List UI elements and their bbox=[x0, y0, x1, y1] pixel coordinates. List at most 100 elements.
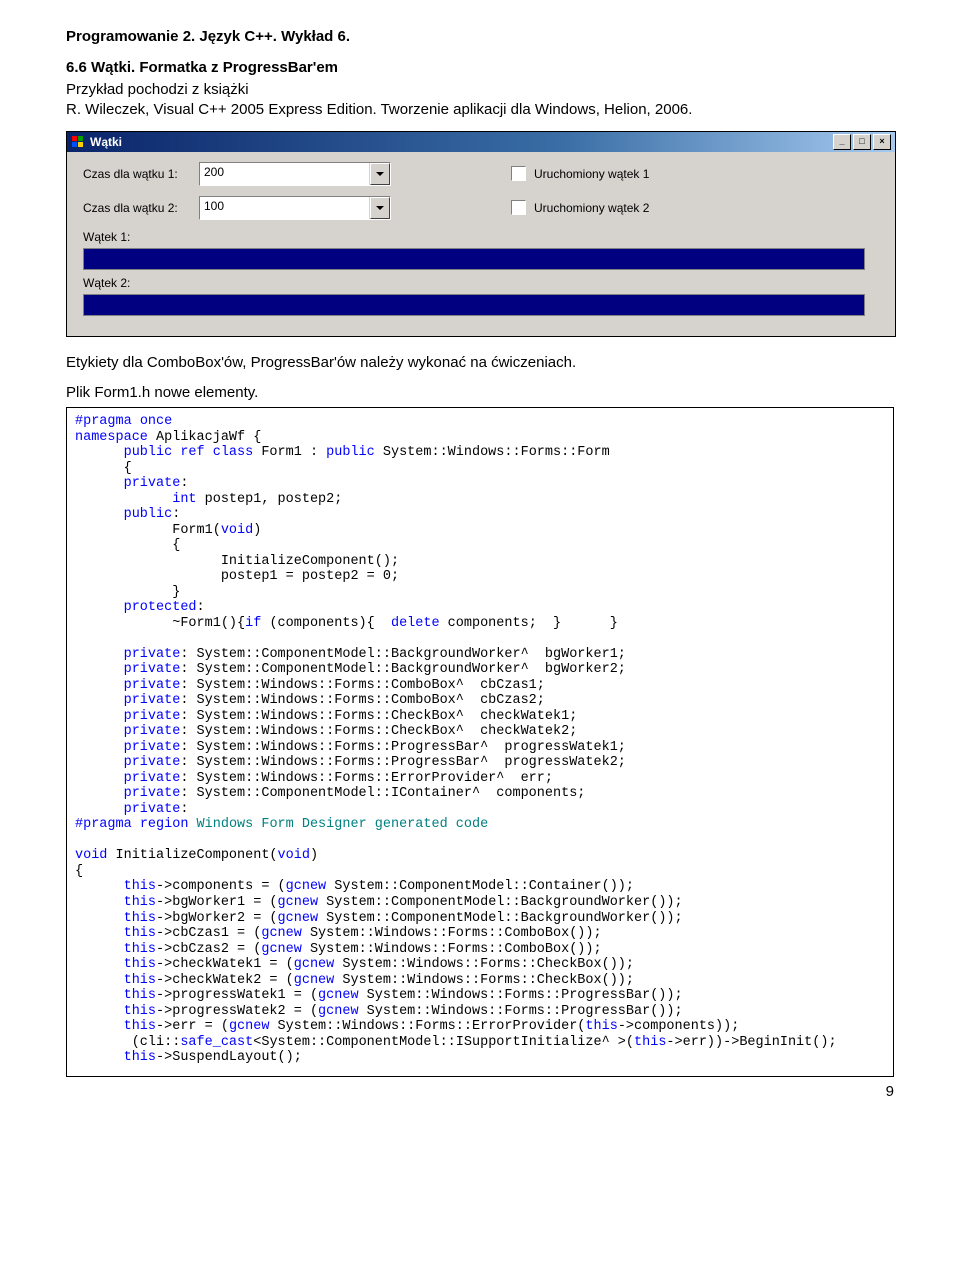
code-token: ->bgWorker1 = ( bbox=[156, 895, 278, 910]
code-token: this bbox=[124, 942, 156, 957]
code-token: ->err))->BeginInit(); bbox=[666, 1035, 836, 1050]
progressbar-watek1 bbox=[83, 248, 865, 270]
code-token: (cli:: bbox=[124, 1035, 181, 1050]
combobox-czas2[interactable]: 100 bbox=[199, 196, 391, 220]
progressbar-watek2 bbox=[83, 294, 865, 316]
intro-line1: Przykład pochodzi z książki bbox=[66, 81, 249, 98]
intro-line2: R. Wileczek, Visual C++ 2005 Express Edi… bbox=[66, 101, 692, 118]
code-token: : System::Windows::Forms::ErrorProvider^… bbox=[180, 771, 553, 786]
code-token: this bbox=[124, 911, 156, 926]
code-listing: #pragma once namespace AplikacjaWf { pub… bbox=[66, 407, 894, 1077]
code-token: System::Windows::Forms::Form bbox=[375, 445, 610, 460]
code-token: : bbox=[180, 476, 188, 491]
code-token: : System::Windows::Forms::ProgressBar^ p… bbox=[180, 740, 626, 755]
code-token: AplikacjaWf { bbox=[148, 430, 261, 445]
code-token: : System::Windows::Forms::ComboBox^ cbCz… bbox=[180, 693, 545, 708]
label-czas2: Czas dla wątku 2: bbox=[83, 201, 199, 215]
code-token: <System::ComponentModel::ISupportInitial… bbox=[253, 1035, 634, 1050]
combobox-czas1-dropdown[interactable] bbox=[370, 163, 390, 185]
code-token: : bbox=[197, 600, 205, 615]
code-token: : System::Windows::Forms::CheckBox^ chec… bbox=[180, 709, 577, 724]
code-token: void bbox=[278, 848, 310, 863]
code-token: ~Form1(){ bbox=[75, 616, 245, 631]
checkbox-watek1-label: Uruchomiony wątek 1 bbox=[534, 167, 649, 181]
window-title: Wątki bbox=[90, 135, 831, 149]
code-token: #pragma bbox=[75, 817, 132, 832]
code-token: gcnew bbox=[318, 988, 359, 1003]
code-token: { bbox=[75, 461, 132, 476]
code-token: this bbox=[124, 895, 156, 910]
code-token: gcnew bbox=[286, 879, 327, 894]
code-token: delete bbox=[391, 616, 440, 631]
page-header: Programowanie 2. Język C++. Wykład 6. bbox=[66, 28, 894, 45]
code-token: ->bgWorker2 = ( bbox=[156, 911, 278, 926]
code-token: once bbox=[132, 414, 173, 429]
code-token: ->cbCzas1 = ( bbox=[156, 926, 261, 941]
code-token: Form1 : bbox=[253, 445, 326, 460]
label-watek1: Wątek 1: bbox=[83, 230, 879, 244]
code-token: gcnew bbox=[318, 1004, 359, 1019]
code-token: ->components)); bbox=[618, 1019, 740, 1034]
code-token: : bbox=[172, 507, 180, 522]
watki-window: Wątki _ □ × Czas dla wątku 1: 200 Urucho… bbox=[66, 131, 896, 337]
combobox-czas1-value[interactable]: 200 bbox=[200, 163, 370, 185]
code-token: InitializeComponent( bbox=[107, 848, 277, 863]
code-token: : System::ComponentModel::BackgroundWork… bbox=[180, 647, 626, 662]
code-token: System::Windows::Forms::ComboBox()); bbox=[302, 926, 602, 941]
code-token: Form1( bbox=[75, 523, 221, 538]
code-token: this bbox=[585, 1019, 617, 1034]
code-token: this bbox=[124, 1004, 156, 1019]
code-token: System::ComponentModel::Container()); bbox=[326, 879, 634, 894]
after-shot-text2: Plik Form1.h nowe elementy. bbox=[66, 383, 894, 403]
checkbox-watek2[interactable] bbox=[511, 200, 526, 215]
code-token: ) bbox=[253, 523, 261, 538]
combobox-czas2-dropdown[interactable] bbox=[370, 197, 390, 219]
code-token: System::Windows::Forms::CheckBox()); bbox=[334, 957, 634, 972]
titlebar: Wątki _ □ × bbox=[67, 132, 895, 152]
close-button[interactable]: × bbox=[873, 134, 891, 150]
code-token: private bbox=[124, 771, 181, 786]
code-token: : System::Windows::Forms::CheckBox^ chec… bbox=[180, 724, 577, 739]
code-token: this bbox=[124, 1019, 156, 1034]
app-icon bbox=[71, 135, 85, 149]
code-token: System::ComponentModel::BackgroundWorker… bbox=[318, 911, 683, 926]
minimize-button[interactable]: _ bbox=[833, 134, 851, 150]
code-token: private bbox=[124, 476, 181, 491]
code-token: gcnew bbox=[261, 926, 302, 941]
code-token: System::Windows::Forms::ProgressBar()); bbox=[359, 988, 683, 1003]
label-czas1: Czas dla wątku 1: bbox=[83, 167, 199, 181]
code-token: private bbox=[124, 786, 181, 801]
code-token: public bbox=[326, 445, 375, 460]
chevron-down-icon bbox=[376, 206, 384, 210]
code-token: postep1, postep2; bbox=[197, 492, 343, 507]
code-token: region bbox=[132, 817, 189, 832]
code-token: private bbox=[124, 662, 181, 677]
code-token: : System::ComponentModel::BackgroundWork… bbox=[180, 662, 626, 677]
code-token: class bbox=[205, 445, 254, 460]
code-token: ->checkWatek2 = ( bbox=[156, 973, 294, 988]
code-token: gcnew bbox=[294, 957, 335, 972]
code-token: private bbox=[124, 709, 181, 724]
code-token: this bbox=[124, 926, 156, 941]
combobox-czas1[interactable]: 200 bbox=[199, 162, 391, 186]
checkbox-watek2-label: Uruchomiony wątek 2 bbox=[534, 201, 649, 215]
code-token: gcnew bbox=[229, 1019, 270, 1034]
combobox-czas2-value[interactable]: 100 bbox=[200, 197, 370, 219]
code-token: ) bbox=[310, 848, 318, 863]
code-token: #pragma bbox=[75, 414, 132, 429]
code-token: : System::Windows::Forms::ProgressBar^ p… bbox=[180, 755, 626, 770]
code-token: ->progressWatek1 = ( bbox=[156, 988, 318, 1003]
code-token: gcnew bbox=[278, 911, 319, 926]
checkbox-watek1[interactable] bbox=[511, 166, 526, 181]
code-token: ->err = ( bbox=[156, 1019, 229, 1034]
code-token: ->SuspendLayout(); bbox=[156, 1050, 302, 1065]
label-watek2: Wątek 2: bbox=[83, 276, 879, 290]
code-token: private bbox=[124, 740, 181, 755]
code-token: this bbox=[124, 957, 156, 972]
code-token: safe_cast bbox=[180, 1035, 253, 1050]
code-token: { bbox=[75, 538, 180, 553]
maximize-button[interactable]: □ bbox=[853, 134, 871, 150]
code-token: protected bbox=[124, 600, 197, 615]
code-token: this bbox=[124, 988, 156, 1003]
code-token: private bbox=[124, 678, 181, 693]
